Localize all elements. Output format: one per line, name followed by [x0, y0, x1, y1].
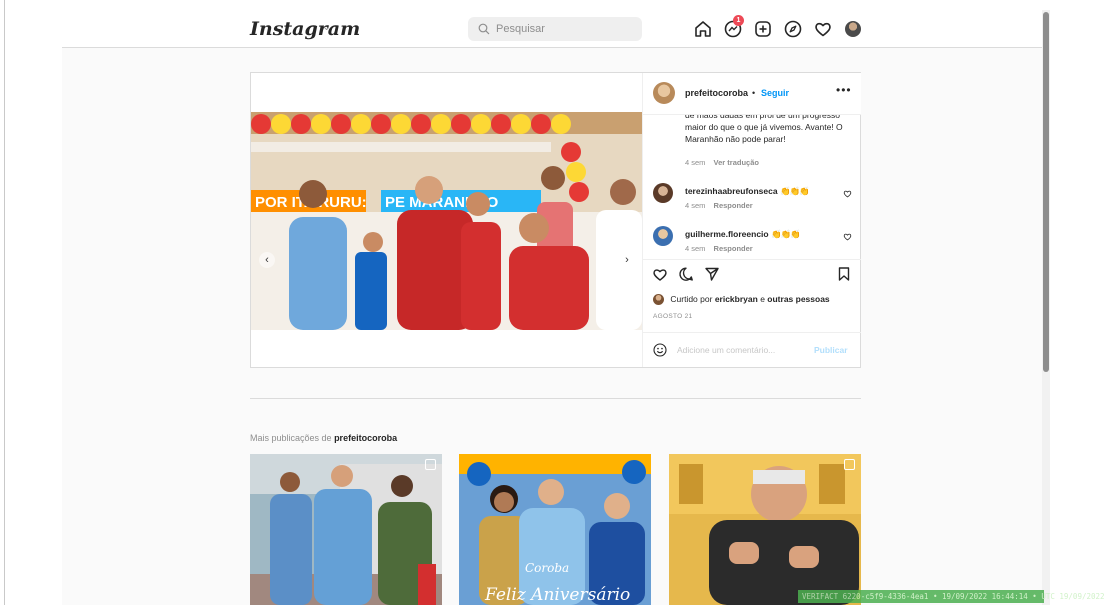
comment-text: terezinhaabreufonseca 👏👏👏: [685, 186, 810, 197]
comment-meta: 4 sem Responder: [685, 201, 753, 210]
clap-emoji: 👏👏👏: [770, 229, 801, 239]
reply-button[interactable]: Responder: [714, 244, 753, 253]
emoji-icon[interactable]: [653, 343, 667, 357]
comment-form: Publicar: [643, 332, 861, 367]
author-avatar[interactable]: [653, 82, 675, 104]
search-icon: [478, 23, 490, 35]
search-box[interactable]: [468, 17, 642, 41]
header-separator: •: [752, 88, 756, 98]
home-icon[interactable]: [693, 19, 713, 39]
liked-and: e: [760, 294, 765, 304]
comment-like-icon[interactable]: [843, 189, 852, 198]
post-card: POR ITA RURU: PE MARANHÃO ‹ ›: [250, 72, 861, 368]
comment-time: 4 sem: [685, 201, 706, 210]
share-icon[interactable]: [704, 266, 720, 282]
thumb-brand-text: Coroba: [525, 561, 569, 575]
reply-button[interactable]: Responder: [714, 201, 753, 210]
post-header: prefeitocoroba • Seguir •••: [643, 73, 861, 115]
browser-viewport: Instagram ⌄ 1: [62, 10, 1042, 605]
comment-input[interactable]: [677, 343, 802, 357]
caption-text: de mãos dadas em prol de um progresso ma…: [685, 110, 843, 144]
thumbnail-photo: Coroba Feliz Aniversário: [459, 454, 651, 605]
video-icon: [844, 459, 855, 470]
publish-button[interactable]: Publicar: [814, 345, 848, 355]
comment-like-icon[interactable]: [843, 232, 852, 241]
commenter-username[interactable]: guilherme.floreencio: [685, 229, 769, 239]
more-options-icon[interactable]: •••: [836, 83, 852, 97]
liked-others[interactable]: outras pessoas: [767, 294, 829, 304]
multiple-photos-icon: [425, 459, 436, 470]
window-edge: [4, 0, 5, 605]
more-posts-username[interactable]: prefeitocoroba: [334, 433, 397, 443]
post-media: POR ITA RURU: PE MARANHÃO ‹ ›: [251, 73, 642, 367]
grid-thumbnail[interactable]: [669, 454, 861, 605]
profile-avatar[interactable]: [845, 21, 861, 37]
thumbnail-photo: [250, 454, 442, 605]
grid-thumbnail[interactable]: Coroba Feliz Aniversário: [459, 454, 651, 605]
instagram-logo[interactable]: Instagram: [250, 18, 360, 40]
liked-user[interactable]: erickbryan: [715, 294, 758, 304]
comment-meta: 4 sem Responder: [685, 244, 753, 253]
new-post-icon[interactable]: [753, 19, 773, 39]
section-divider: [250, 398, 861, 399]
comment-item: terezinhaabreufonseca 👏👏👏 4 sem Responde…: [643, 183, 861, 223]
activity-heart-icon[interactable]: [813, 19, 833, 39]
commenter-avatar[interactable]: [653, 183, 673, 203]
more-posts-prefix: Mais publicações de: [250, 433, 332, 443]
liker-avatar: [653, 294, 664, 306]
grid-thumbnail[interactable]: [250, 454, 442, 605]
comment-icon[interactable]: [678, 266, 694, 282]
thumb-script-text: Feliz Aniversário: [484, 585, 630, 605]
screen: Instagram ⌄ 1: [0, 0, 1106, 605]
post-actions: [643, 259, 861, 287]
commenter-avatar[interactable]: [653, 226, 673, 246]
explore-icon[interactable]: [783, 19, 803, 39]
page-scrollbar[interactable]: [1042, 10, 1050, 605]
messenger-icon[interactable]: 1: [723, 15, 744, 39]
translate-link[interactable]: Ver tradução: [714, 158, 759, 167]
liked-by: Curtido por erickbryan e outras pessoas: [653, 294, 830, 306]
caption-meta: 4 sem Ver tradução: [685, 158, 759, 167]
comment-text: guilherme.floreencio 👏👏👏: [685, 229, 801, 240]
post-date[interactable]: AGOSTO 21: [653, 313, 692, 320]
caption-time: 4 sem: [685, 158, 706, 167]
liked-prefix: Curtido por: [670, 294, 713, 304]
carousel-next-button[interactable]: ›: [619, 252, 635, 268]
search-input[interactable]: [496, 21, 636, 37]
commenter-username[interactable]: terezinhaabreufonseca: [685, 186, 778, 196]
carousel-prev-button[interactable]: ‹: [259, 252, 275, 268]
save-bookmark-icon[interactable]: [836, 266, 852, 282]
campaign-photo: POR ITA RURU: PE MARANHÃO: [251, 112, 642, 330]
top-nav: Instagram ⌄ 1: [62, 10, 1042, 48]
messages-badge: 1: [733, 15, 744, 26]
like-icon[interactable]: [652, 266, 668, 282]
thumbnail-photo: [669, 454, 861, 605]
clap-emoji: 👏👏👏: [779, 186, 810, 196]
more-posts-title: Mais publicações de prefeitocoroba: [250, 433, 397, 443]
comment-time: 4 sem: [685, 244, 706, 253]
author-username[interactable]: prefeitocoroba: [685, 88, 748, 98]
follow-button[interactable]: Seguir: [761, 88, 789, 98]
scrollbar-thumb[interactable]: [1043, 12, 1049, 372]
post-sidebar: de mãos dadas em prol de um progresso ma…: [642, 73, 861, 367]
verification-stamp: VERIFACT 6220-c5f9-4336-4ea1 • 19/09/202…: [798, 590, 1106, 603]
post-photo[interactable]: POR ITA RURU: PE MARANHÃO ‹ ›: [251, 112, 642, 330]
chevron-down-icon[interactable]: ⌄: [322, 20, 331, 33]
